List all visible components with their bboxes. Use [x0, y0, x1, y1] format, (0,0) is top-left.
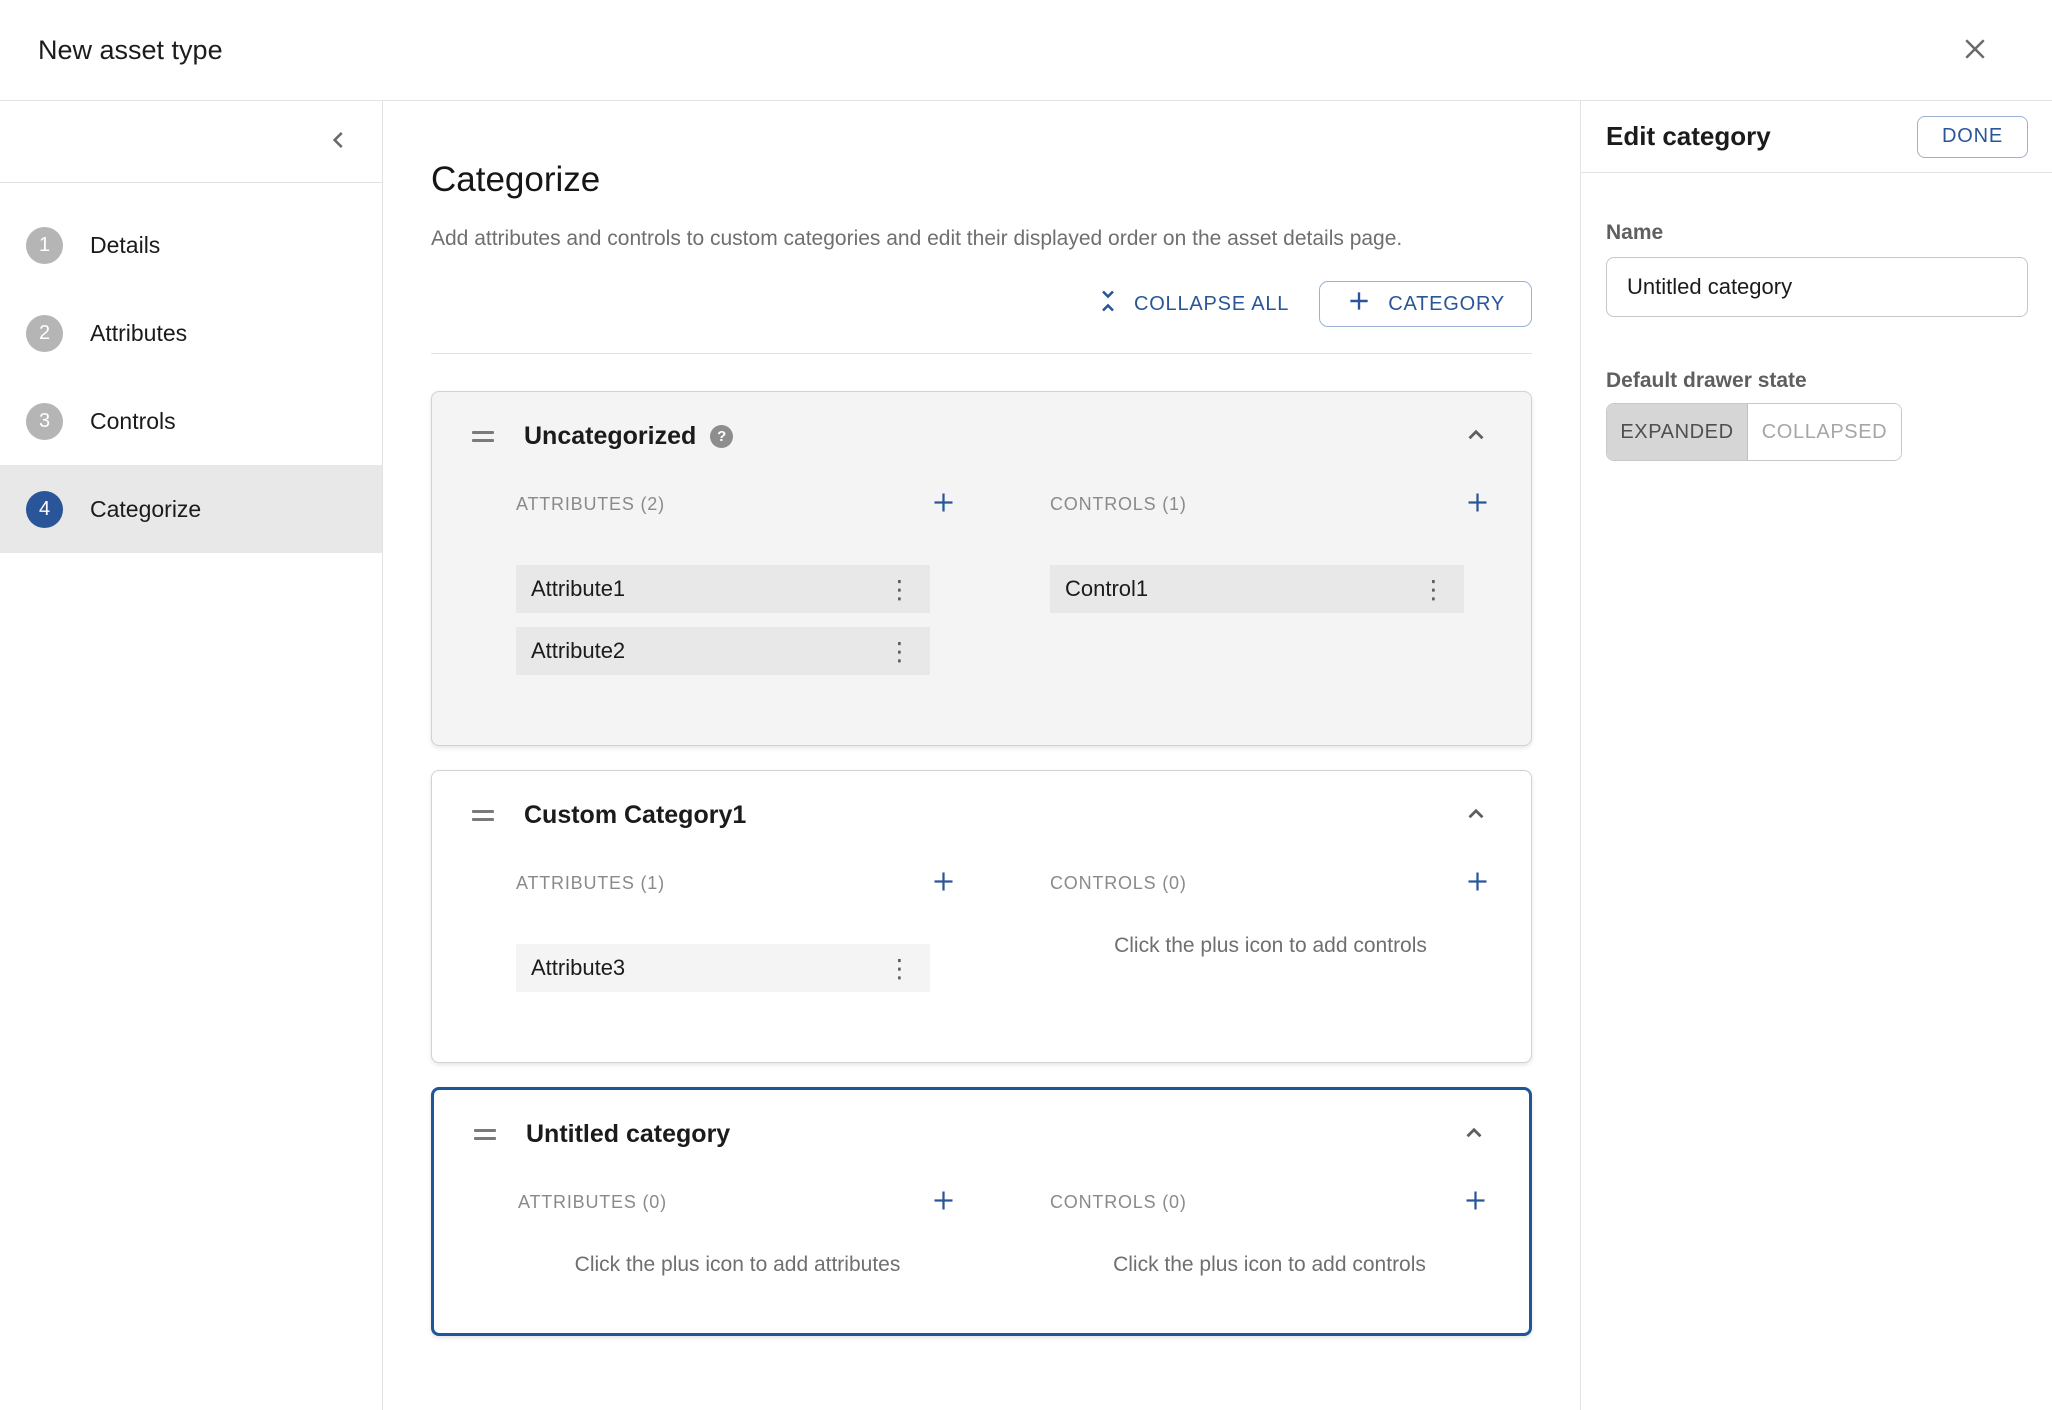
category-card-custom-category1: Custom Category1 [431, 770, 1532, 1063]
add-attribute-button[interactable] [930, 868, 957, 898]
dialog-title: New asset type [38, 35, 223, 66]
add-category-label: CATEGORY [1388, 293, 1505, 316]
attribute-name: Attribute3 [531, 955, 625, 981]
plus-icon [930, 489, 957, 519]
step-number-badge: 1 [26, 227, 63, 264]
done-button[interactable]: DONE [1917, 116, 2028, 158]
chevron-up-icon [1461, 1134, 1487, 1149]
new-asset-type-dialog: New asset type [0, 0, 2052, 1410]
collapse-category-button[interactable] [1461, 420, 1491, 453]
category-card-untitled-category: Untitled category [431, 1087, 1532, 1336]
attribute-item[interactable]: Attribute2 ⋮ [516, 627, 930, 675]
step-attributes[interactable]: 2 Attributes [0, 289, 382, 377]
divider [431, 353, 1532, 354]
controls-count-label: CONTROLS (1) [1050, 494, 1187, 515]
categorize-panel: Categorize Add attributes and controls t… [383, 101, 1580, 1410]
close-icon [1960, 34, 1990, 67]
step-number-badge: 4 [26, 491, 63, 528]
add-control-button[interactable] [1464, 489, 1491, 519]
category-card-uncategorized: Uncategorized ? [431, 391, 1532, 746]
step-label: Categorize [90, 496, 201, 523]
collapse-all-label: COLLAPSE ALL [1134, 293, 1289, 316]
collapse-all-icon [1096, 289, 1120, 319]
collapse-category-button[interactable] [1461, 799, 1491, 832]
category-name-input[interactable] [1606, 257, 2028, 317]
kebab-menu-icon[interactable]: ⋮ [883, 639, 916, 664]
help-icon[interactable]: ? [710, 425, 733, 448]
category-title: Untitled category [526, 1119, 730, 1150]
controls-empty-hint: Click the plus icon to add controls [1050, 934, 1491, 958]
drawer-state-option-collapsed[interactable]: COLLAPSED [1748, 404, 1901, 460]
controls-count-label: CONTROLS (0) [1050, 873, 1187, 894]
chevron-up-icon [1463, 815, 1489, 830]
drawer-state-toggle: EXPANDED COLLAPSED [1606, 403, 1902, 461]
attributes-count-label: ATTRIBUTES (1) [516, 873, 665, 894]
sidebar-collapse-row [0, 101, 382, 183]
controls-column: CONTROLS (1) Control1 [1050, 493, 1491, 689]
step-number-badge: 3 [26, 403, 63, 440]
stepper-sidebar: 1 Details 2 Attributes 3 Controls 4 Cate… [0, 101, 383, 1410]
attribute-item[interactable]: Attribute3 ⋮ [516, 944, 930, 992]
control-name: Control1 [1065, 576, 1148, 602]
edit-category-panel: Edit category DONE Name Default drawer s… [1580, 101, 2052, 1410]
attributes-count-label: ATTRIBUTES (2) [516, 494, 665, 515]
chevron-up-icon [1463, 436, 1489, 451]
attribute-item[interactable]: Attribute1 ⋮ [516, 565, 930, 613]
category-list: Uncategorized ? [431, 391, 1532, 1336]
actions-row: COLLAPSE ALL CATEGORY [431, 281, 1532, 327]
attributes-column: ATTRIBUTES (2) Attribute [516, 493, 957, 689]
plus-icon [930, 868, 957, 898]
close-button[interactable] [1958, 33, 1992, 67]
plus-icon [1346, 288, 1372, 320]
step-label: Controls [90, 408, 176, 435]
attributes-column: ATTRIBUTES (0) Click the plus icon to ad… [518, 1191, 957, 1277]
add-control-button[interactable] [1464, 868, 1491, 898]
edit-panel-title: Edit category [1606, 121, 1771, 152]
collapse-category-button[interactable] [1459, 1118, 1489, 1151]
add-attribute-button[interactable] [930, 489, 957, 519]
collapse-all-button[interactable]: COLLAPSE ALL [1096, 289, 1289, 319]
plus-icon [930, 1187, 957, 1217]
page-title: Categorize [431, 159, 1532, 200]
step-categorize[interactable]: 4 Categorize [0, 465, 382, 553]
controls-empty-hint: Click the plus icon to add controls [1050, 1253, 1489, 1277]
step-label: Attributes [90, 320, 187, 347]
category-title: Uncategorized [524, 421, 696, 452]
kebab-menu-icon[interactable]: ⋮ [883, 577, 916, 602]
plus-icon [1462, 1187, 1489, 1217]
step-details[interactable]: 1 Details [0, 201, 382, 289]
drag-handle-icon[interactable] [472, 810, 494, 821]
controls-column: CONTROLS (0) Click the plus icon to add … [1050, 1191, 1489, 1277]
attribute-name: Attribute1 [531, 576, 625, 602]
page-description: Add attributes and controls to custom ca… [431, 226, 1532, 251]
category-title: Custom Category1 [524, 800, 746, 831]
chevron-left-icon [326, 127, 352, 156]
name-label: Name [1606, 221, 2028, 245]
plus-icon [1464, 868, 1491, 898]
kebab-menu-icon[interactable]: ⋮ [883, 956, 916, 981]
control-item[interactable]: Control1 ⋮ [1050, 565, 1464, 613]
controls-count-label: CONTROLS (0) [1050, 1192, 1187, 1213]
controls-column: CONTROLS (0) Click the plus icon to add … [1050, 872, 1491, 1006]
drag-handle-icon[interactable] [472, 431, 494, 442]
step-number-badge: 2 [26, 315, 63, 352]
attributes-count-label: ATTRIBUTES (0) [518, 1192, 667, 1213]
attributes-column: ATTRIBUTES (1) Attribute [516, 872, 957, 1006]
plus-icon [1464, 489, 1491, 519]
stepper: 1 Details 2 Attributes 3 Controls 4 Cate… [0, 183, 382, 553]
drag-handle-icon[interactable] [474, 1129, 496, 1140]
add-category-button[interactable]: CATEGORY [1319, 281, 1532, 327]
step-controls[interactable]: 3 Controls [0, 377, 382, 465]
drawer-state-label: Default drawer state [1606, 369, 2028, 393]
step-label: Details [90, 232, 160, 259]
kebab-menu-icon[interactable]: ⋮ [1417, 577, 1450, 602]
attributes-empty-hint: Click the plus icon to add attributes [518, 1253, 957, 1277]
add-control-button[interactable] [1462, 1187, 1489, 1217]
add-attribute-button[interactable] [930, 1187, 957, 1217]
attribute-name: Attribute2 [531, 638, 625, 664]
collapse-sidebar-button[interactable] [322, 123, 356, 160]
dialog-header: New asset type [0, 0, 2052, 101]
drawer-state-option-expanded[interactable]: EXPANDED [1607, 404, 1748, 460]
